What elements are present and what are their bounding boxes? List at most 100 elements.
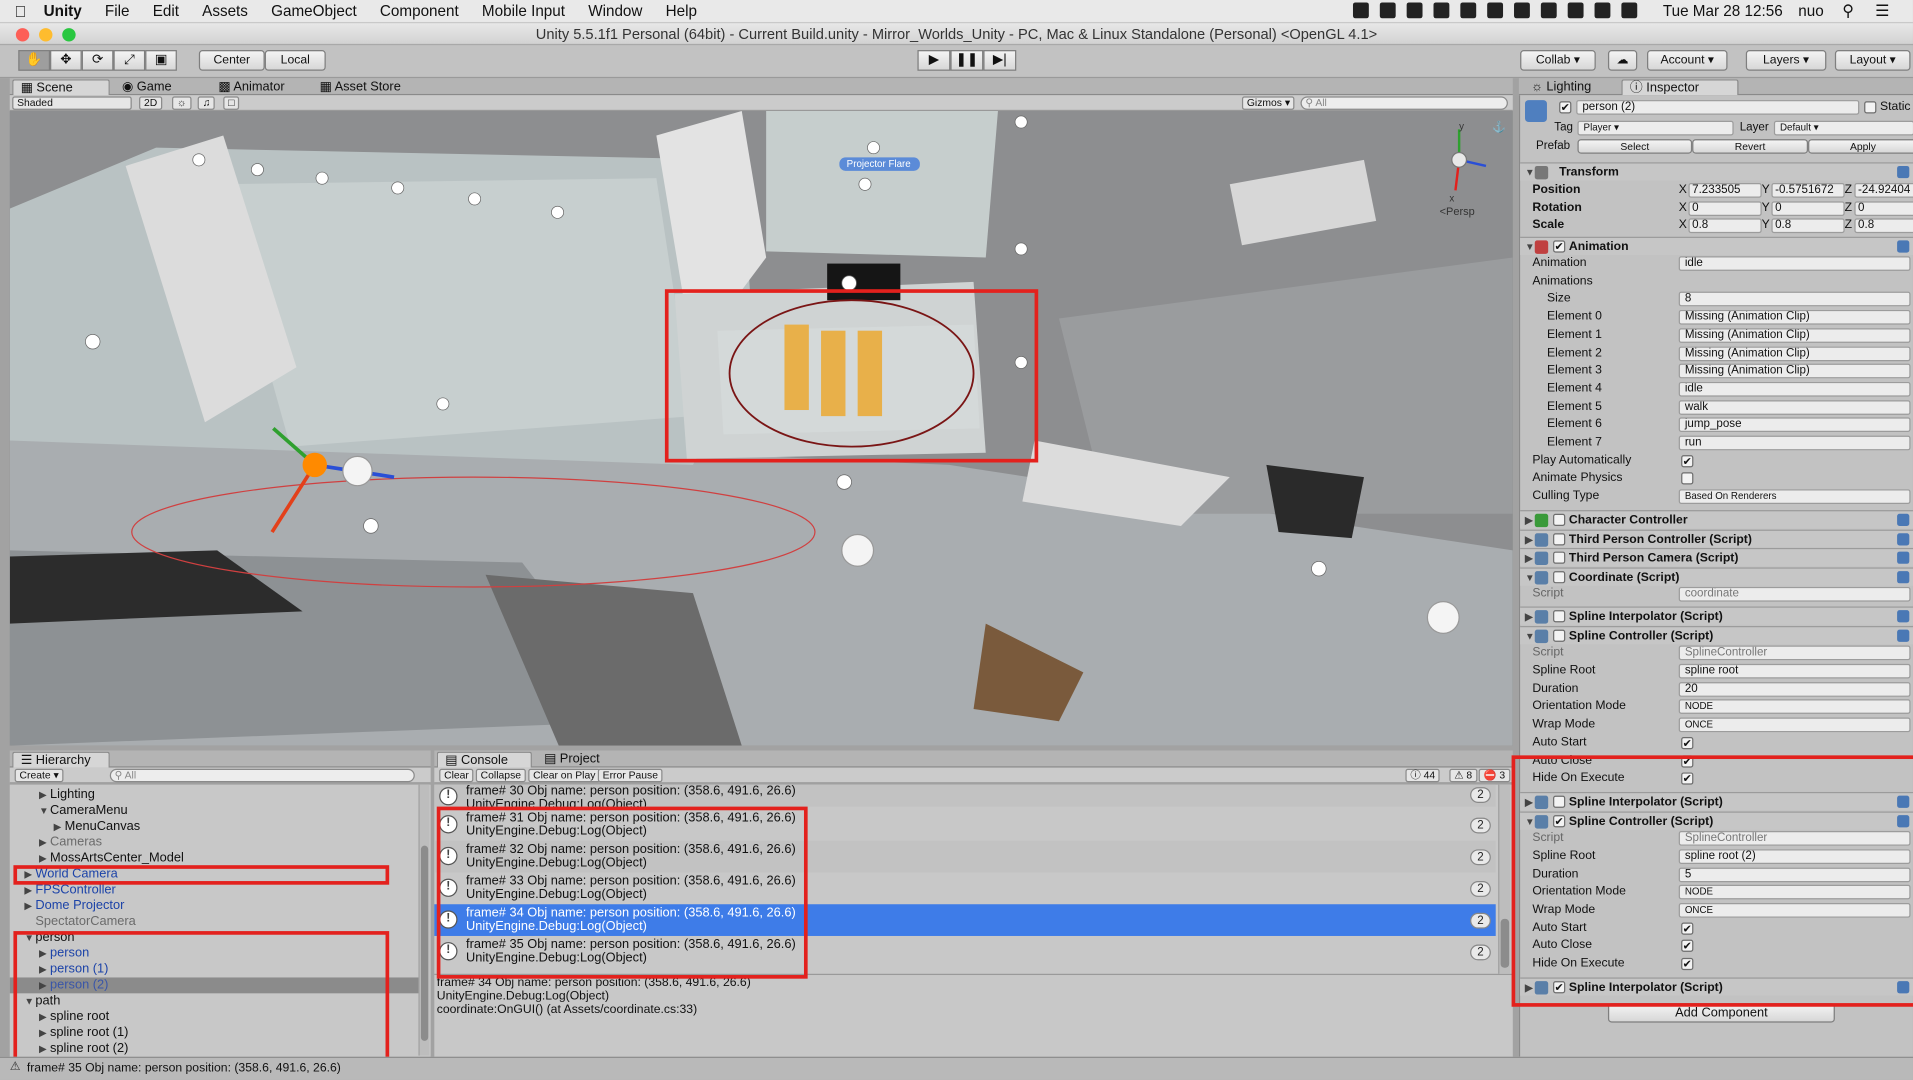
third-person-controller-header[interactable]: ▶ Third Person Controller (Script) — [1520, 529, 1913, 548]
hierarchy-item[interactable]: ▶ MossArtsCenter_Model — [10, 851, 422, 867]
spline-controller-script-field[interactable]: SplineController — [1678, 645, 1911, 661]
animation-element-field[interactable]: Missing (Animation Clip) — [1678, 345, 1911, 361]
hierarchy-scrollbar[interactable] — [418, 784, 430, 1056]
menu-component[interactable]: Component — [380, 2, 459, 19]
status-text[interactable]: frame# 35 Obj name: person position: (35… — [27, 1062, 341, 1075]
pause-icon[interactable]: ❚❚ — [950, 50, 984, 71]
expand-arrow-icon[interactable]: ▶ — [1525, 978, 1533, 996]
menu-app[interactable]: Unity — [44, 2, 82, 19]
coordinate-script-header[interactable]: ▼ Coordinate (Script) — [1520, 567, 1913, 586]
animations-size-field[interactable]: 8 — [1678, 292, 1911, 307]
expand-arrow-icon[interactable]: ▶ — [39, 946, 50, 962]
hierarchy-item[interactable]: ▶ Dome Projector — [10, 898, 422, 914]
expand-arrow-icon[interactable]: ▶ — [24, 866, 35, 882]
rotation-x-field[interactable]: 0 — [1688, 200, 1762, 216]
play-automatically-checkbox[interactable]: ✔ — [1681, 454, 1694, 467]
help-icon[interactable] — [1897, 795, 1910, 808]
third-person-controller-enabled-checkbox[interactable] — [1553, 532, 1566, 545]
spline-controller-2-enabled-checkbox[interactable]: ✔ — [1553, 814, 1566, 827]
hierarchy-item[interactable]: ▶ World Camera — [10, 866, 422, 882]
menu-gameobject[interactable]: GameObject — [271, 2, 357, 19]
help-icon[interactable] — [1897, 610, 1910, 623]
menu-assets[interactable]: Assets — [202, 2, 248, 19]
error-pause-button[interactable]: Error Pause — [597, 768, 663, 783]
menu-window[interactable]: Window — [588, 2, 642, 19]
rect-tool-icon[interactable]: ▣ — [145, 50, 177, 71]
hierarchy-panel[interactable]: ▶ Lighting ▼CameraMenu ▶ MenuCanvas ▶ Cameras ▶… — [9, 784, 431, 1074]
airplay-icon[interactable] — [1514, 2, 1530, 19]
step-icon[interactable]: ▶| — [983, 50, 1017, 71]
dropbox-icon[interactable] — [1352, 2, 1369, 19]
grid-icon[interactable] — [1406, 2, 1423, 19]
spline-root-2-field[interactable]: spline root (2) — [1678, 849, 1911, 864]
evernote-icon[interactable] — [1379, 2, 1396, 19]
expand-arrow-icon[interactable]: ▶ — [39, 962, 50, 978]
active-checkbox[interactable]: ✔ — [1559, 101, 1572, 114]
help-icon[interactable] — [1897, 814, 1910, 827]
hide-on-execute-2-checkbox[interactable]: ✔ — [1681, 957, 1694, 971]
create-dropdown[interactable]: Create ▾ — [14, 768, 64, 783]
third-person-camera-header[interactable]: ▶ Third Person Camera (Script) — [1520, 548, 1913, 567]
expand-arrow-icon[interactable]: ▶ — [1525, 511, 1533, 529]
hierarchy-item[interactable]: ▶ person (2) — [9, 977, 423, 994]
console-panel[interactable]: ! frame# 30 Obj name: person position: (… — [434, 784, 1513, 1057]
expand-arrow-icon[interactable]: ▶ — [1525, 549, 1533, 567]
hierarchy-item[interactable]: ▶ FPSController — [10, 882, 422, 898]
help-icon[interactable] — [1897, 165, 1910, 179]
lock-icon[interactable]: ⚓ — [1492, 121, 1506, 134]
expand-arrow-icon[interactable]: ▶ — [39, 1041, 50, 1057]
scale-y-field[interactable]: 0.8 — [1771, 218, 1845, 234]
rotation-y-field[interactable]: 0 — [1771, 200, 1845, 216]
wrap-mode-field[interactable]: ONCE — [1678, 717, 1911, 733]
duration-field[interactable]: 20 — [1678, 681, 1911, 697]
hierarchy-item[interactable]: ▶ spline root — [10, 1009, 422, 1025]
hierarchy-item[interactable]: ▶ Cameras — [10, 835, 422, 851]
position-y-field[interactable]: -0.5751672 — [1771, 183, 1845, 198]
move-tool-icon[interactable]: ✥ — [50, 50, 82, 71]
prefab-apply-button[interactable]: Apply — [1808, 139, 1913, 154]
menu-help[interactable]: Help — [666, 2, 697, 19]
tab-lighting[interactable]: ☼ Lighting — [1524, 79, 1599, 95]
character-controller-enabled-checkbox[interactable] — [1553, 513, 1566, 526]
scale-x-field[interactable]: 0.8 — [1688, 218, 1762, 234]
help-icon[interactable] — [1897, 240, 1910, 253]
hierarchy-item[interactable]: ▶ person (1) — [10, 962, 422, 978]
animation-clip-field[interactable]: idle — [1678, 256, 1911, 271]
expand-arrow-icon[interactable]: ▶ — [54, 819, 65, 835]
spline-interpolator-3-header[interactable]: ▶ ✔ Spline Interpolator (Script) — [1520, 977, 1913, 996]
lighting-toggle-icon[interactable]: ☼ — [172, 96, 192, 110]
pivot-local-button[interactable]: Local — [264, 50, 326, 71]
expand-arrow-icon[interactable]: ▼ — [1525, 238, 1535, 256]
auto-start-2-checkbox[interactable]: ✔ — [1681, 922, 1694, 935]
expand-arrow-icon[interactable]: ▼ — [1525, 164, 1535, 182]
animation-enabled-checkbox[interactable]: ✔ — [1553, 240, 1566, 253]
hierarchy-item[interactable]: ▶ spline root (2) — [10, 1041, 422, 1057]
clear-on-play-button[interactable]: Clear on Play — [528, 768, 601, 783]
hand-tool-icon[interactable]: ✋ — [18, 50, 51, 71]
culling-type-field[interactable]: Based On Renderers — [1678, 489, 1911, 505]
collapse-arrow-icon[interactable]: ▼ — [1525, 627, 1535, 645]
scale-z-field[interactable]: 0.8 — [1854, 218, 1913, 234]
wifi-icon[interactable] — [1540, 2, 1557, 19]
spline-controller-2-header[interactable]: ▼ ✔ Spline Controller (Script) — [1520, 810, 1913, 830]
hide-on-execute-checkbox[interactable]: ✔ — [1681, 772, 1694, 785]
battery-icon[interactable] — [1621, 2, 1638, 19]
help-icon[interactable] — [1897, 570, 1910, 584]
menubar-user[interactable]: nuo — [1798, 2, 1823, 19]
animation-element-field[interactable]: Missing (Animation Clip) — [1678, 363, 1911, 379]
help-icon[interactable] — [1897, 629, 1910, 642]
console-scrollbar[interactable] — [1498, 784, 1511, 974]
console-row[interactable]: ! frame# 32 Obj name: person position: (3… — [434, 840, 1496, 873]
zoom-window-icon[interactable] — [62, 28, 76, 42]
spline-controller-2-script-field[interactable]: SplineController — [1678, 831, 1911, 846]
collapse-arrow-icon[interactable]: ▼ — [1525, 568, 1535, 586]
auto-close-checkbox[interactable]: ✔ — [1681, 754, 1694, 767]
wrap-mode-2-field[interactable]: ONCE — [1678, 902, 1911, 918]
tab-scene[interactable]: ▦ Scene — [12, 79, 110, 96]
help-icon[interactable] — [1897, 980, 1910, 993]
position-x-field[interactable]: 7.233505 — [1688, 183, 1762, 198]
animation-element-field[interactable]: idle — [1678, 381, 1911, 397]
gizmos-dropdown[interactable]: Gizmos ▾ — [1241, 96, 1295, 110]
info-count-button[interactable]: ⓘ 44 — [1405, 768, 1441, 783]
spline-interpolator-header[interactable]: ▶ Spline Interpolator (Script) — [1520, 606, 1913, 625]
